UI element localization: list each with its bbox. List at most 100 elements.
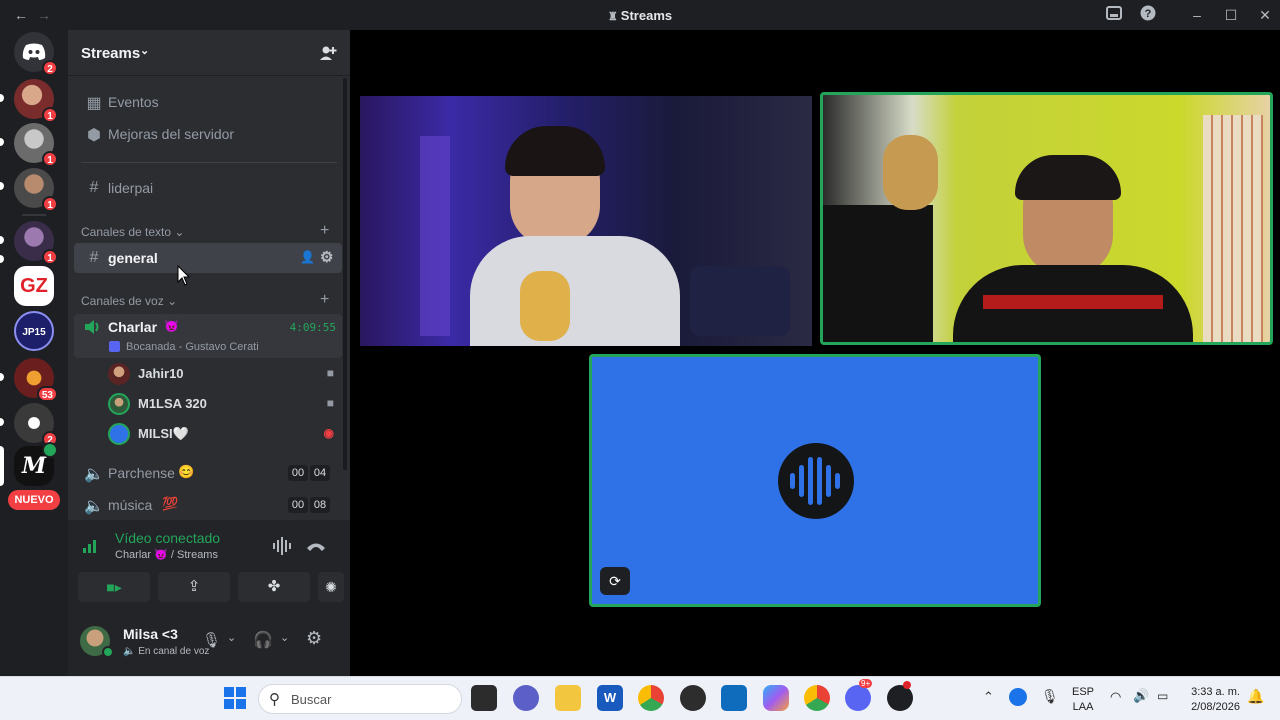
voice-location: Charlar 👿 / Streams	[115, 549, 218, 561]
store-icon[interactable]	[721, 685, 747, 711]
voice-user[interactable]: MILSI🤍 ◉	[108, 420, 338, 448]
window-titlebar: ← → ♜ Streams ? – ☐ ✕	[0, 0, 1280, 30]
discord-taskbar-icon[interactable]: 9+	[845, 679, 873, 711]
server-gz[interactable]: GZ	[14, 266, 54, 306]
hash-icon: #	[89, 249, 99, 266]
server-jp15[interactable]: JP15	[14, 311, 54, 351]
microphone-icon[interactable]: 🎙	[1041, 688, 1059, 705]
server-avatar[interactable]: 1	[14, 79, 58, 123]
server-badge: 1	[42, 196, 58, 212]
user-count: 00	[288, 465, 308, 481]
stream-preview-icon[interactable]: ⟳	[600, 567, 630, 595]
taskbar-search[interactable]: ⚲ Buscar	[258, 684, 462, 714]
server-boosts-item[interactable]: ⬢ Mejoras del servidor	[74, 119, 342, 149]
video-tile-speaking[interactable]	[820, 92, 1273, 345]
soundboard-button[interactable]: ✺	[318, 572, 344, 602]
voice-channel-musica[interactable]: 🔈 música 💯 00 08	[74, 490, 342, 520]
copilot-icon[interactable]	[763, 685, 789, 711]
screen-share-button[interactable]: ⇪	[158, 572, 230, 602]
held-toy	[520, 271, 570, 341]
vpn-icon[interactable]	[1009, 688, 1027, 706]
channel-liderpai[interactable]: # liderpai	[74, 173, 342, 203]
headphones-icon[interactable]: 🎧	[253, 630, 273, 650]
chevron-down-icon[interactable]: ⌄	[227, 631, 236, 644]
dm-home-button[interactable]: 2	[14, 32, 58, 76]
chevron-up-icon[interactable]: ⌃	[983, 689, 994, 705]
close-icon[interactable]: ✕	[1255, 5, 1275, 25]
minimize-icon[interactable]: –	[1187, 5, 1207, 25]
voice-category[interactable]: Canales de voz ⌄	[81, 294, 177, 308]
disconnect-icon[interactable]	[306, 539, 326, 553]
microphone-icon[interactable]: 🎙	[202, 631, 221, 649]
voice-user[interactable]: Jahir10 ■	[108, 360, 338, 388]
avatar	[108, 393, 130, 415]
invite-icon[interactable]: 👤	[300, 250, 315, 264]
channel-general[interactable]: # general 👤 ⚙	[74, 243, 342, 273]
chrome-profile-icon[interactable]	[804, 685, 830, 711]
language-indicator[interactable]: ESP LAA	[1072, 685, 1094, 715]
server-separator	[22, 214, 46, 216]
server-badge: 53	[36, 386, 58, 402]
video-tile-milsi[interactable]: ⟳	[589, 354, 1041, 607]
screen-share-icon: ⇪	[187, 578, 201, 595]
background-object	[823, 205, 933, 342]
server-streams[interactable]: M	[14, 442, 58, 486]
dm-badge: 2	[42, 60, 58, 76]
server-avatar[interactable]: 2	[14, 403, 58, 447]
maximize-icon[interactable]: ☐	[1221, 5, 1241, 25]
soundboard-icon: ✺	[325, 579, 337, 595]
voice-user[interactable]: M1LSA 320 ■	[108, 390, 338, 418]
guild-header[interactable]: Streams ⌄	[68, 30, 350, 76]
server-avatar[interactable]: 1	[14, 123, 58, 167]
speaker-icon: 🔈	[84, 466, 104, 483]
volume-icon[interactable]: 🔊	[1133, 688, 1149, 704]
inbox-icon[interactable]	[1104, 5, 1124, 25]
teams-icon[interactable]	[513, 685, 539, 711]
add-channel-icon[interactable]: +	[320, 222, 329, 240]
user-name: Milsa <3	[123, 626, 178, 642]
gear-icon[interactable]: ⚙	[320, 248, 333, 266]
battery-icon[interactable]: ▭	[1157, 689, 1168, 703]
server-badge: 1	[42, 151, 58, 167]
wifi-icon[interactable]: ◠	[1110, 689, 1121, 705]
file-explorer-icon[interactable]	[555, 685, 581, 711]
activities-button[interactable]: ✤	[238, 572, 310, 602]
word-icon[interactable]: W	[597, 685, 623, 711]
camera-button[interactable]: ■▸	[78, 572, 150, 602]
user-count: 00	[288, 497, 308, 513]
task-view-icon[interactable]	[471, 685, 497, 711]
windows-taskbar: ⚲ Buscar W 9+ ⌃ 🎙 ESP LAA ◠ 🔊 ▭ 3:33 a. m…	[0, 676, 1280, 720]
video-tile-jahir[interactable]	[360, 96, 812, 346]
server-avatar[interactable]: 1	[14, 168, 58, 212]
chevron-down-icon[interactable]: ⌄	[280, 631, 289, 644]
noise-suppression-icon[interactable]	[272, 537, 292, 555]
voice-status[interactable]: Vídeo conectado	[115, 530, 220, 546]
server-avatar[interactable]: 53	[14, 358, 58, 402]
live-icon	[42, 442, 58, 458]
speaker-icon	[85, 320, 99, 334]
notification-bell-icon[interactable]: 🔔	[1247, 688, 1264, 705]
status-dot	[102, 646, 114, 658]
voice-channel-parchense[interactable]: 🔈 Parchense 😊 00 04	[74, 458, 342, 488]
stream-icon: ◉	[323, 426, 334, 440]
add-member-icon[interactable]	[319, 44, 337, 62]
windows-start-icon[interactable]	[224, 687, 246, 709]
add-channel-icon[interactable]: +	[320, 291, 329, 309]
server-avatar[interactable]: 1	[14, 221, 58, 265]
obs-icon[interactable]	[887, 681, 913, 711]
user-limit: 08	[310, 497, 330, 513]
text-category[interactable]: Canales de texto ⌄	[81, 225, 184, 239]
chevron-down-icon: ⌄	[167, 294, 178, 308]
events-item[interactable]: ▦ Eventos	[74, 87, 342, 117]
camera-app-icon[interactable]	[680, 685, 706, 711]
voice-channel-charlar[interactable]: Charlar 👿 4:09:55 Bocanada - Gustavo Cer…	[74, 314, 342, 358]
chrome-icon[interactable]	[638, 685, 664, 711]
scrollbar[interactable]	[343, 78, 347, 470]
clock[interactable]: 3:33 a. m. 2/08/2026	[1182, 685, 1240, 715]
signal-icon[interactable]	[82, 538, 100, 554]
boost-icon: ⬢	[87, 127, 101, 144]
help-icon[interactable]: ?	[1138, 5, 1158, 25]
settings-gear-icon[interactable]: ⚙	[306, 628, 322, 649]
led-light	[420, 136, 450, 336]
voice-controls: Vídeo conectado Charlar 👿 / Streams ■▸ ⇪…	[68, 520, 350, 614]
